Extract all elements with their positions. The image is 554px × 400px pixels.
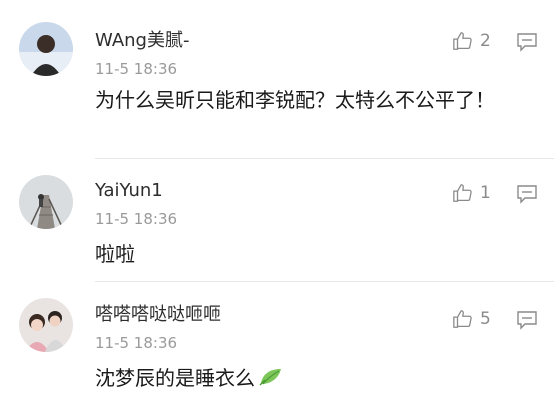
like-count: 2 [480,31,491,51]
comment-item: WAng美腻- 11-5 18:36 为什么吴昕只能和李锐配？太特么不公平了！ … [0,0,554,160]
like-button[interactable]: 1 [452,180,491,206]
timestamp: 11-5 18:36 [95,60,178,78]
divider [95,158,554,159]
comment-item: YaiYun1 11-5 18:36 啦啦 1 [0,160,554,282]
timestamp: 11-5 18:36 [95,334,178,352]
comment-item: 嗒嗒嗒哒哒咂咂 11-5 18:36 沈梦辰的是睡衣么 5 [0,282,554,400]
thumbs-up-icon [453,184,472,202]
like-count: 5 [480,309,491,329]
timestamp: 11-5 18:36 [95,210,178,228]
username[interactable]: 嗒嗒嗒哒哒咂咂 [95,304,221,326]
comment-text: 啦啦 [95,242,135,266]
reply-comment-icon [517,185,537,204]
username[interactable]: WAng美腻- [95,30,189,52]
reply-comment-icon [517,33,537,52]
avatar[interactable] [19,298,73,352]
thumbs-up-icon [453,32,472,50]
reply-button[interactable] [516,183,538,205]
avatar[interactable] [19,22,73,76]
leaf-emoji-icon [259,362,283,398]
like-count: 1 [480,183,491,203]
thumbs-up-icon [453,310,472,328]
comment-text-content: 沈梦辰的是睡衣么 [95,366,255,390]
reply-comment-icon [517,311,537,330]
comment-text: 沈梦辰的是睡衣么 [95,360,515,398]
reply-button[interactable] [516,309,538,331]
reply-button[interactable] [516,31,538,53]
avatar[interactable] [19,175,73,229]
like-button[interactable]: 5 [452,306,491,332]
like-button[interactable]: 2 [452,28,491,54]
comment-text: 为什么吴昕只能和李锐配？太特么不公平了！ [95,88,495,112]
username[interactable]: YaiYun1 [95,180,163,202]
